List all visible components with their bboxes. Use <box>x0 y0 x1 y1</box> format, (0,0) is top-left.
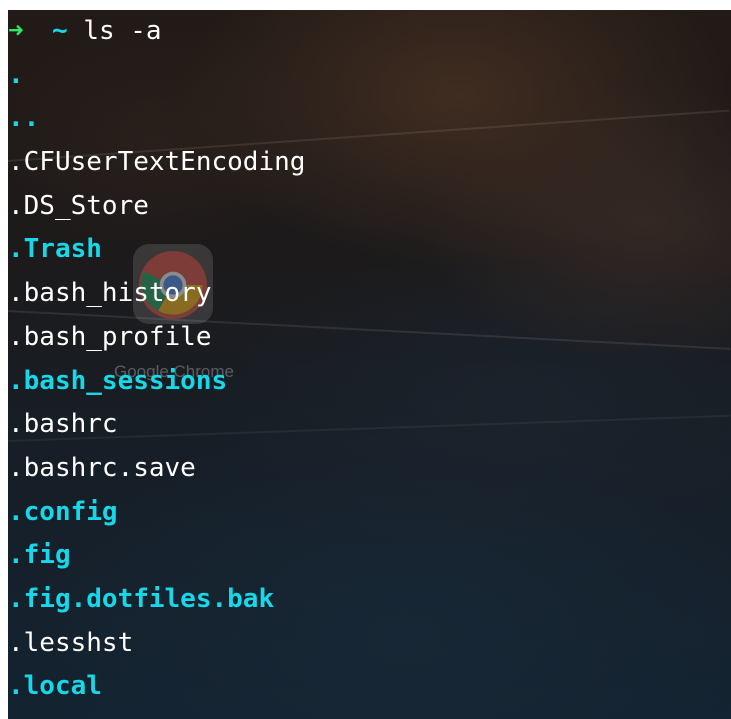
listing-entry-directory: . <box>8 59 24 90</box>
listing-entry-file: .DS_Store <box>8 190 149 221</box>
prompt-command: ls -a <box>83 16 162 46</box>
listing-entry-directory: .local <box>8 671 102 702</box>
listing-entry-file: .CFUserTextEncoding <box>8 147 306 178</box>
listing-entry-file: .bashrc <box>8 409 118 440</box>
listing-entry-directory: .config <box>8 496 118 527</box>
listing-entry-directory: .fig.dotfiles.bak <box>8 583 275 614</box>
prompt-line: ➜ ~ ls -a <box>8 10 305 54</box>
listing-entry-file: .bash_profile <box>8 321 212 352</box>
listing-entry-file: .bashrc.save <box>8 452 196 483</box>
listing-entry-directory: .. <box>8 103 40 134</box>
listing-entry-directory: .bash_sessions <box>8 365 228 396</box>
prompt-arrow-icon: ➜ <box>8 16 24 46</box>
listing-entry-file: .bash_history <box>8 278 212 309</box>
listing-entry-directory: .Trash <box>8 234 102 265</box>
terminal-window[interactable]: Google Chrome ➜ ~ ls -a ... .CFUserTextEnc… <box>8 10 731 719</box>
listing-entry-directory: .fig <box>8 540 71 571</box>
prompt-cwd: ~ <box>52 16 68 46</box>
listing-entry-file: .lesshst <box>8 627 134 658</box>
terminal-output: ➜ ~ ls -a ... .CFUserTextEncoding .DS_Store… <box>8 10 305 709</box>
